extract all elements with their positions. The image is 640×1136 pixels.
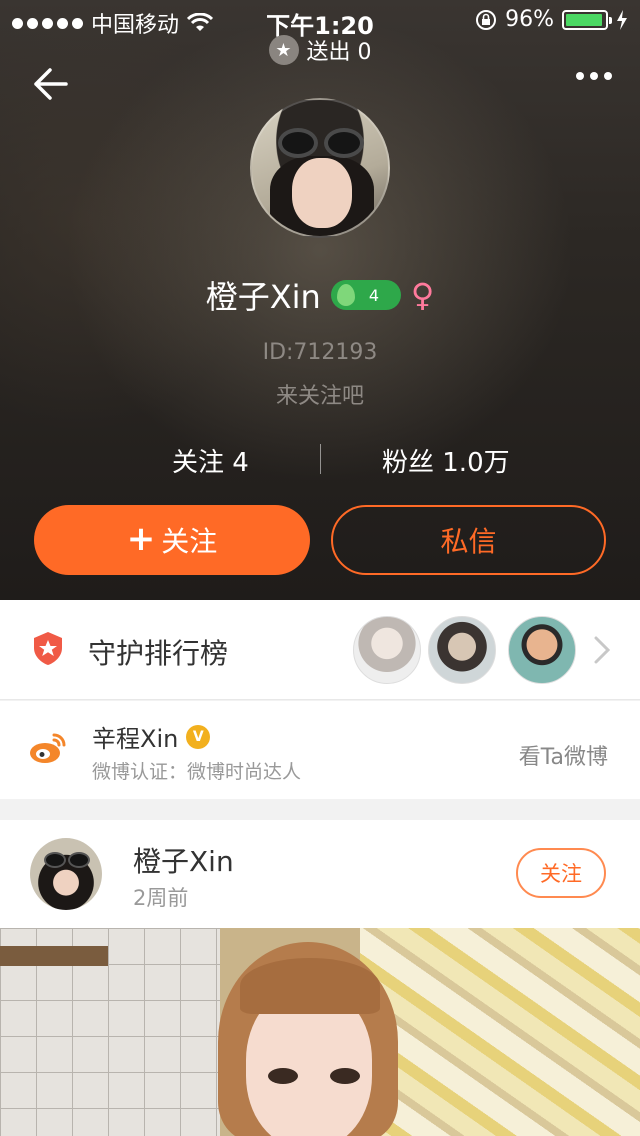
rotation-lock-icon: [476, 9, 497, 30]
guard-avatar[interactable]: [428, 616, 496, 684]
charging-icon: [617, 9, 627, 30]
plus-icon: +: [126, 518, 156, 559]
stats-divider: [320, 444, 321, 474]
battery-percent: 96%: [505, 7, 554, 32]
sent-gifts: ★ 送出 0: [0, 34, 640, 66]
post-image[interactable]: [0, 928, 640, 1136]
profile-header: 中国移动 下午1:20 96% ★ 送出 0 橙子Xin 4 ♀ ID:7121…: [0, 0, 640, 600]
post-header: 橙子Xin 2周前 关注: [0, 820, 640, 928]
post-time: 2周前: [133, 886, 189, 910]
shield-icon: [34, 632, 62, 665]
guard-rank-row[interactable]: 守护排行榜: [0, 600, 640, 700]
star-icon: ★: [268, 35, 299, 65]
name-row: 橙子Xin 4 ♀: [0, 272, 640, 318]
follow-button-label: 关注: [161, 525, 218, 558]
level-badge: 4: [330, 280, 401, 310]
message-button[interactable]: 私信: [331, 505, 606, 575]
bio: 来关注吧: [275, 384, 364, 409]
more-options-icon[interactable]: [576, 72, 612, 80]
profile-name: 橙子Xin: [205, 278, 321, 316]
leaf-icon: [336, 284, 355, 306]
view-weibo-link[interactable]: 看Ta微博: [519, 739, 608, 771]
guard-avatar[interactable]: [353, 616, 421, 684]
back-arrow-icon[interactable]: [30, 64, 70, 104]
verified-icon: V: [186, 724, 211, 749]
user-id: ID:712193: [262, 340, 378, 365]
status-right: 96%: [475, 7, 628, 32]
following-count[interactable]: 关注 4: [172, 442, 249, 479]
weibo-icon: [30, 733, 66, 763]
guard-avatar[interactable]: [508, 616, 576, 684]
sent-label: 送出 0: [306, 40, 372, 65]
post-author-name[interactable]: 橙子Xin: [133, 840, 234, 880]
post-author-avatar[interactable]: [30, 838, 102, 910]
post-follow-button[interactable]: 关注: [516, 848, 606, 898]
weibo-name: 辛程Xin: [92, 725, 179, 753]
post-follow-label: 关注: [540, 862, 582, 886]
message-button-label: 私信: [440, 525, 497, 558]
chevron-right-icon: [594, 636, 610, 664]
fans-count[interactable]: 粉丝 1.0万: [382, 442, 510, 479]
stats-row: 关注 4 粉丝 1.0万: [0, 440, 640, 480]
weibo-row[interactable]: 辛程Xin V 微博认证：微博时尚达人 看Ta微博: [0, 701, 640, 799]
female-icon: ♀: [410, 276, 435, 314]
battery-icon: [562, 9, 612, 30]
weibo-name-row: 辛程Xin V: [92, 719, 211, 754]
profile-avatar[interactable]: [250, 98, 390, 238]
guard-rank-title: 守护排行榜: [88, 637, 229, 670]
follow-button[interactable]: + 关注: [34, 505, 310, 575]
weibo-description: 微博认证：微博时尚达人: [92, 761, 302, 783]
level-number: 4: [368, 285, 380, 305]
